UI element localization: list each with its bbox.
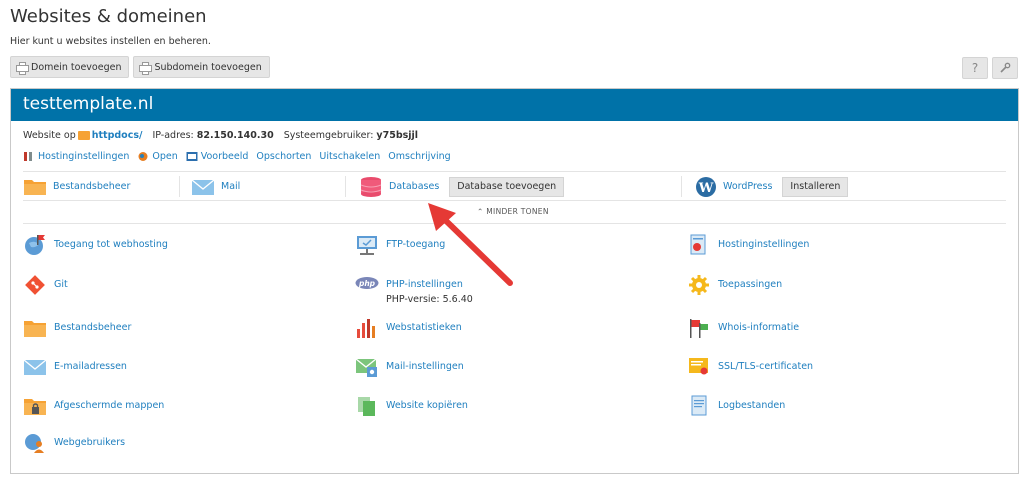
- disable-link[interactable]: Uitschakelen: [319, 151, 380, 162]
- wordpress-link[interactable]: WordPress: [723, 181, 772, 192]
- tools-icon: [24, 152, 32, 161]
- copy-website-link[interactable]: Website kopiëren: [355, 395, 468, 417]
- add-domain-label: Domein toevoegen: [31, 61, 122, 73]
- folder-icon: [24, 179, 46, 195]
- preview-icon: [186, 152, 198, 161]
- add-database-button[interactable]: Database toevoegen: [449, 176, 565, 197]
- open-link[interactable]: Open: [137, 151, 178, 162]
- copy-icon: [358, 397, 375, 416]
- file-manager-link[interactable]: Bestandsbeheer: [23, 317, 131, 339]
- hosting-access-link[interactable]: Toegang tot webhosting: [23, 234, 168, 256]
- preview-link[interactable]: Voorbeeld: [186, 151, 248, 162]
- gear-icon: [689, 275, 709, 295]
- website-label: Website op: [23, 130, 76, 141]
- add-domain-button[interactable]: Domein toevoegen: [10, 56, 130, 78]
- hosting-settings-link[interactable]: Hostinginstellingen: [23, 151, 129, 162]
- settings-button[interactable]: [992, 57, 1018, 79]
- system-user-value: y75bsjjl: [376, 130, 419, 141]
- domain-actions: Hostinginstellingen Open Voorbeeld Opsch…: [23, 151, 451, 162]
- install-button[interactable]: Installeren: [782, 176, 849, 197]
- flags-icon: [690, 319, 708, 338]
- log-files-link[interactable]: Logbestanden: [687, 395, 785, 417]
- wordpress-quick: W WordPress Installeren: [695, 172, 849, 201]
- ftp-icon: [357, 236, 377, 255]
- locked-folder-icon: [24, 399, 46, 415]
- folder-icon: [24, 321, 46, 337]
- toolbar: Domein toevoegen Subdomein toevoegen: [10, 56, 270, 78]
- mail-quick[interactable]: Mail: [191, 172, 240, 201]
- add-subdomain-label: Subdomein toevoegen: [154, 61, 262, 73]
- databases-link[interactable]: Databases: [389, 181, 439, 192]
- ssl-certificates-link[interactable]: SSL/TLS-certificaten: [687, 356, 813, 378]
- page-subtitle: Hier kunt u websites instellen en behere…: [10, 36, 211, 47]
- git-icon: [25, 275, 45, 295]
- annotation-arrow: [428, 203, 513, 286]
- mail-settings-link[interactable]: Mail-instellingen: [355, 356, 464, 378]
- globe-flag-icon: [25, 235, 45, 255]
- svg-text:W: W: [698, 181, 714, 196]
- hosting-settings-icon: [690, 234, 706, 255]
- help-icon: ?: [971, 61, 979, 75]
- system-user-label: Systeemgebruiker:: [283, 130, 374, 141]
- globe-icon: [138, 152, 148, 161]
- mail-icon: [191, 178, 215, 195]
- git-link[interactable]: Git: [23, 274, 68, 296]
- folder-icon: [77, 131, 90, 140]
- php-icon: php: [355, 277, 379, 289]
- website-info: Website op httpdocs/ IP-adres: 82.150.14…: [23, 130, 418, 141]
- certificate-icon: [689, 358, 708, 375]
- wordpress-icon: W: [696, 176, 716, 197]
- description-link[interactable]: Omschrijving: [388, 151, 450, 162]
- file-manager-quick[interactable]: Bestandsbeheer: [23, 172, 130, 201]
- email-addresses-link[interactable]: E-mailadressen: [23, 356, 127, 378]
- mail-settings-icon: [355, 358, 377, 377]
- php-version: PHP-versie: 5.6.40: [386, 294, 473, 305]
- svg-text:php: php: [358, 279, 376, 288]
- httpdocs-link[interactable]: httpdocs/: [92, 130, 143, 141]
- ip-label: IP-adres:: [152, 130, 194, 141]
- web-users-link[interactable]: Webgebruikers: [23, 432, 125, 454]
- help-button[interactable]: ?: [962, 57, 988, 79]
- page-title: Websites & domeinen: [10, 6, 207, 27]
- hosting-settings-tool-link[interactable]: Hostinginstellingen: [687, 234, 809, 256]
- add-subdomain-button[interactable]: Subdomein toevoegen: [133, 56, 270, 78]
- wrench-icon: [1000, 62, 1011, 73]
- applications-link[interactable]: Toepassingen: [687, 274, 782, 296]
- web-user-icon: [25, 434, 44, 453]
- database-icon: [360, 176, 382, 197]
- domain-name: testtemplate.nl: [11, 89, 1018, 121]
- plus-icon: [16, 61, 29, 75]
- web-statistics-link[interactable]: Webstatistieken: [355, 317, 462, 339]
- protected-folders-link[interactable]: Afgeschermde mappen: [23, 395, 164, 417]
- whois-info-link[interactable]: Whois-informatie: [687, 317, 799, 339]
- bar-chart-icon: [357, 319, 375, 338]
- ip-value: 82.150.140.30: [196, 130, 274, 141]
- mail-icon: [23, 359, 47, 375]
- suspend-link[interactable]: Opschorten: [256, 151, 311, 162]
- log-file-icon: [691, 395, 707, 416]
- plus-icon: [139, 61, 153, 75]
